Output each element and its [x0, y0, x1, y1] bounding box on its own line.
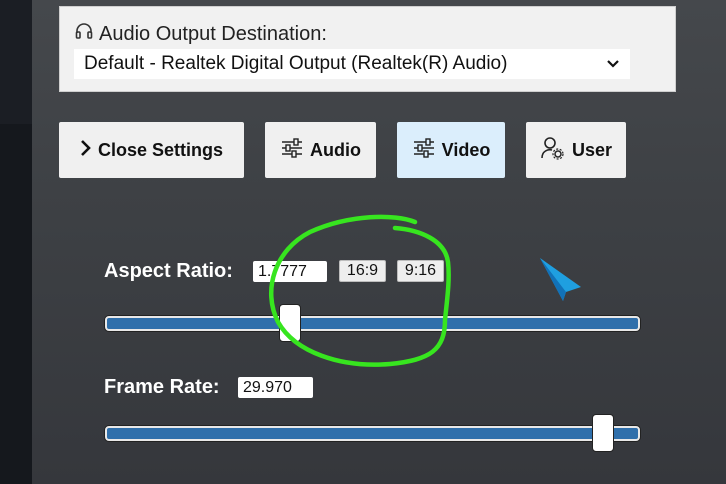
left-sidebar-inner: [0, 124, 32, 484]
sliders-icon: [412, 137, 436, 163]
audio-output-label: Audio Output Destination:: [99, 22, 327, 45]
headphones-icon: [75, 22, 93, 46]
preset-16-9-button[interactable]: 16:9: [339, 260, 386, 282]
frame-rate-slider-track[interactable]: [105, 426, 640, 441]
aspect-ratio-slider-thumb[interactable]: [279, 304, 302, 342]
preset-9-16-button[interactable]: 9:16: [397, 260, 444, 282]
left-sidebar-strip: [0, 0, 32, 484]
tab-user-label: User: [571, 139, 613, 160]
tab-video[interactable]: Video: [397, 122, 505, 178]
sliders-icon: [280, 137, 304, 163]
chevron-right-icon: [80, 139, 92, 162]
frame-rate-slider-thumb[interactable]: [592, 414, 615, 452]
tab-user[interactable]: User: [526, 122, 626, 178]
close-settings-button[interactable]: Close Settings: [59, 122, 244, 178]
tab-audio[interactable]: Audio: [265, 122, 376, 178]
frame-rate-input[interactable]: 29.970: [238, 377, 313, 398]
aspect-ratio-label: Aspect Ratio:: [104, 260, 233, 282]
tab-audio-label: Audio: [310, 139, 361, 160]
chevron-down-icon: [606, 53, 620, 75]
aspect-ratio-slider-track[interactable]: [105, 316, 640, 331]
frame-rate-label: Frame Rate:: [104, 376, 220, 398]
audio-output-selected-value: Default - Realtek Digital Output (Realte…: [84, 53, 508, 74]
audio-output-section: Audio Output Destination: Default - Real…: [59, 6, 676, 92]
aspect-ratio-input[interactable]: 1.7777: [253, 261, 327, 282]
user-gear-icon: [540, 136, 566, 165]
audio-output-select[interactable]: Default - Realtek Digital Output (Realte…: [74, 49, 630, 79]
audio-output-label-row: Audio Output Destination:: [75, 22, 327, 46]
close-settings-label: Close Settings: [97, 139, 224, 160]
tab-video-label: Video: [441, 139, 491, 160]
